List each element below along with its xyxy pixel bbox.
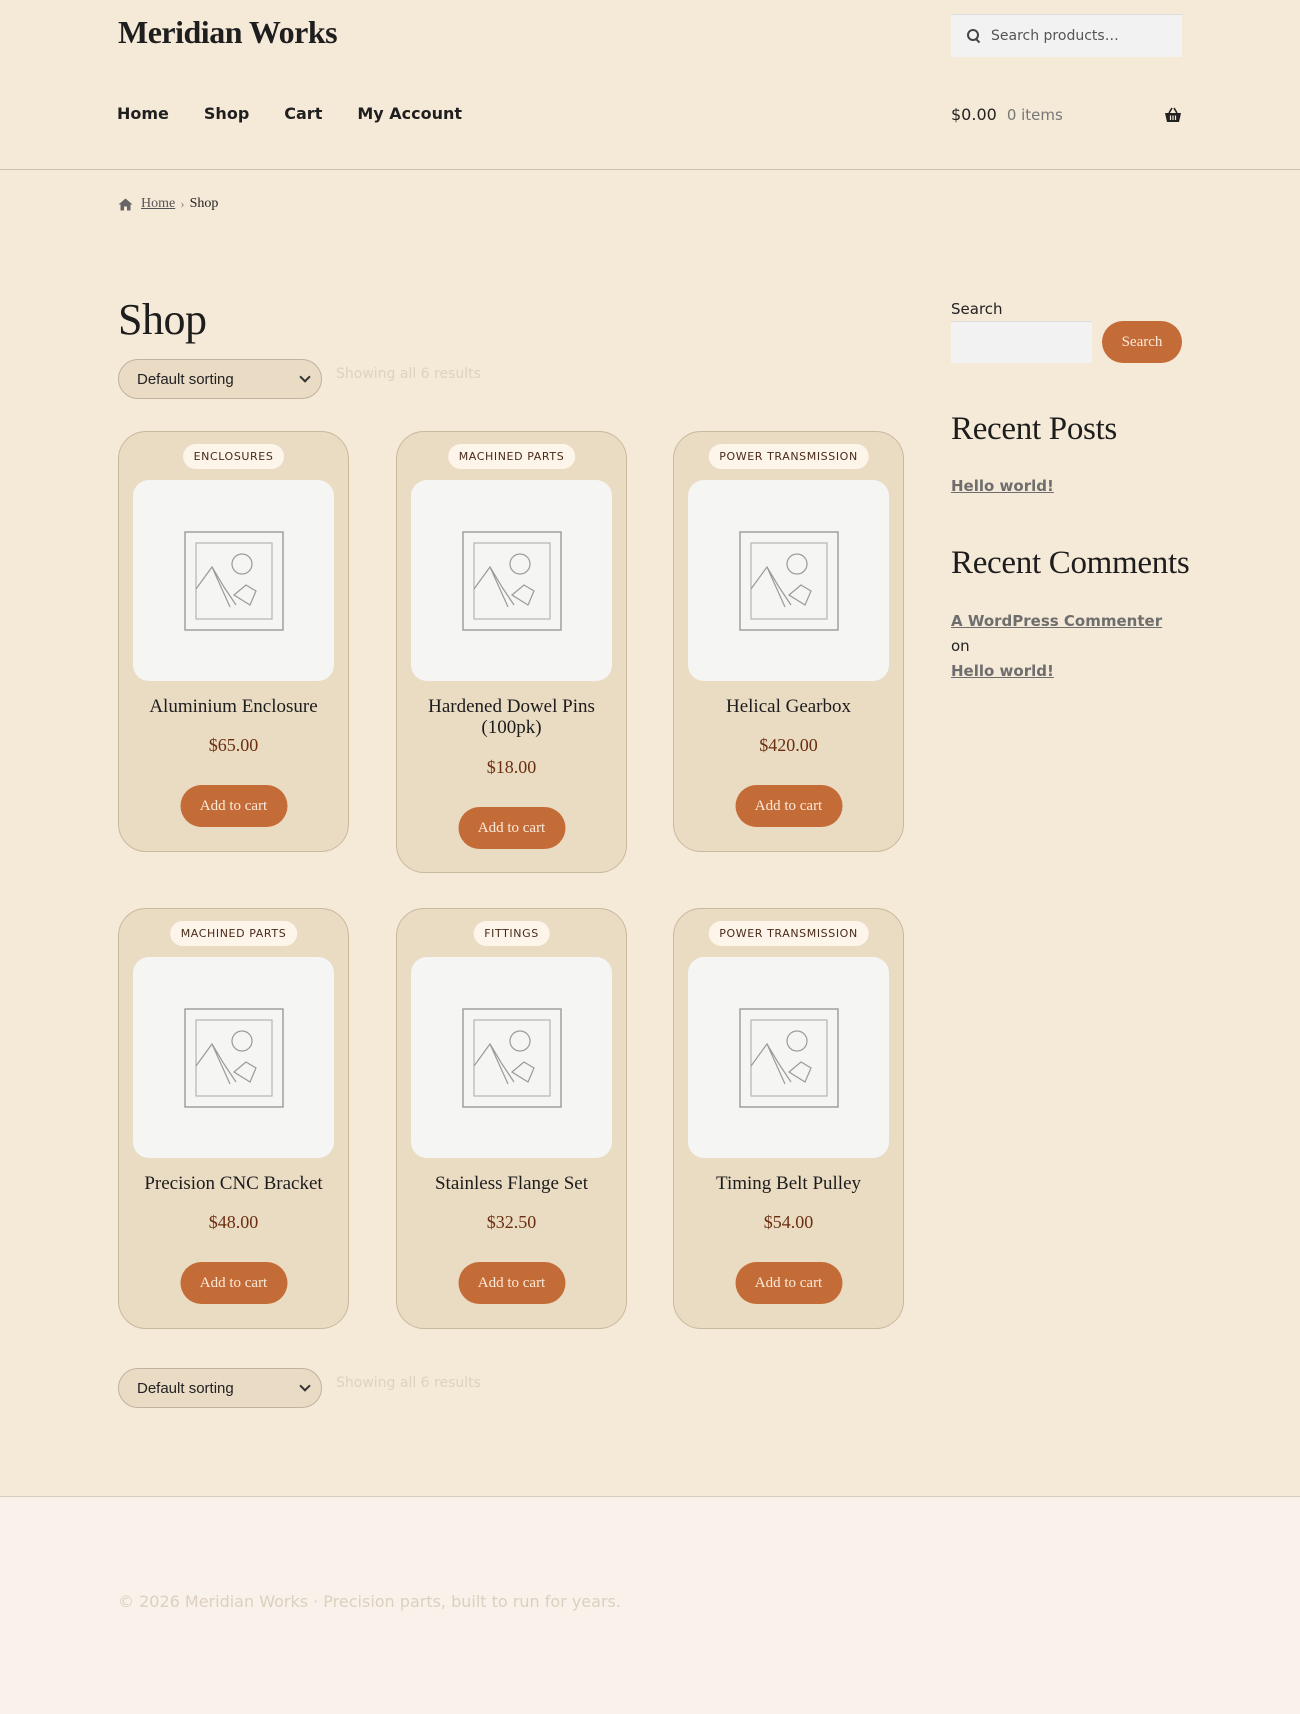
product-card: ENCLOSURES Aluminium Enclosure $65.00 Ad… — [118, 431, 349, 852]
image-placeholder-icon — [461, 1007, 562, 1108]
product-image[interactable] — [411, 480, 612, 681]
sort-row-bottom: Default sorting Showing all 6 results — [118, 1368, 481, 1408]
image-placeholder-icon — [183, 530, 284, 631]
header-search-input[interactable]: Search products… — [951, 14, 1182, 57]
product-card: MACHINED PARTS Hardened Dowel Pins (100p… — [396, 431, 627, 873]
category-badge[interactable]: ENCLOSURES — [182, 444, 285, 469]
comment-author-link[interactable]: A WordPress Commenter — [951, 612, 1162, 630]
header-divider — [0, 169, 1300, 170]
sort-select-value: Default sorting — [137, 1379, 234, 1397]
sidebar-search-label: Search — [951, 300, 1003, 318]
breadcrumb-separator: › — [180, 196, 185, 211]
product-image[interactable] — [133, 957, 334, 1158]
product-image[interactable] — [133, 480, 334, 681]
image-placeholder-icon — [738, 530, 839, 631]
sidebar-search-input[interactable] — [951, 321, 1092, 363]
home-icon — [118, 198, 133, 210]
product-price: $18.00 — [486, 757, 537, 777]
product-image[interactable] — [688, 480, 889, 681]
site-title[interactable]: Meridian Works — [118, 14, 338, 51]
product-image[interactable] — [688, 957, 889, 1158]
product-title[interactable]: Aluminium Enclosure — [127, 696, 340, 717]
cart-item-count: 0 items — [1006, 105, 1063, 124]
mini-cart[interactable]: $0.00 0 items — [951, 105, 1182, 124]
result-count: Showing all 6 results — [336, 366, 481, 382]
breadcrumb-home-link[interactable]: Home — [141, 196, 175, 212]
sort-select-value: Default sorting — [137, 370, 234, 388]
chevron-down-icon — [299, 371, 311, 383]
chevron-down-icon — [299, 1380, 311, 1392]
product-title[interactable]: Hardened Dowel Pins (100pk) — [405, 696, 618, 738]
footer-copyright: © 2026 Meridian Works · Precision parts,… — [118, 1592, 621, 1611]
recent-post-link[interactable]: Hello world! — [951, 477, 1054, 495]
image-placeholder-icon — [461, 530, 562, 631]
cart-amount: $0.00 — [951, 105, 997, 124]
product-card: POWER TRANSMISSION Timing Belt Pulley $5… — [673, 908, 904, 1329]
comment-joiner: on — [951, 637, 970, 655]
page-title: Shop — [118, 295, 207, 344]
add-to-cart-button[interactable]: Add to cart — [180, 1262, 287, 1304]
header-search-placeholder: Search products… — [991, 28, 1119, 44]
sort-select[interactable]: Default sorting — [118, 359, 322, 399]
product-title[interactable]: Stainless Flange Set — [405, 1173, 618, 1194]
site-footer: © 2026 Meridian Works · Precision parts,… — [0, 1496, 1300, 1714]
primary-nav: Home Shop Cart My Account — [117, 104, 462, 123]
image-placeholder-icon — [738, 1007, 839, 1108]
product-card: FITTINGS Stainless Flange Set $32.50 Add… — [396, 908, 627, 1329]
recent-comment-item: A WordPress Commenter on Hello world! — [951, 609, 1182, 684]
add-to-cart-button[interactable]: Add to cart — [458, 807, 565, 849]
add-to-cart-button[interactable]: Add to cart — [735, 1262, 842, 1304]
category-badge[interactable]: MACHINED PARTS — [447, 444, 576, 469]
product-card: POWER TRANSMISSION Helical Gearbox $420.… — [673, 431, 904, 852]
product-title[interactable]: Timing Belt Pulley — [682, 1173, 895, 1194]
product-card: MACHINED PARTS Precision CNC Bracket $48… — [118, 908, 349, 1329]
nav-item-my-account[interactable]: My Account — [357, 104, 462, 123]
sidebar-search-button[interactable]: Search — [1102, 321, 1182, 363]
category-badge[interactable]: POWER TRANSMISSION — [708, 444, 869, 469]
sort-select[interactable]: Default sorting — [118, 1368, 322, 1408]
search-icon — [967, 29, 981, 43]
category-badge[interactable]: MACHINED PARTS — [169, 921, 298, 946]
comment-post-link[interactable]: Hello world! — [951, 662, 1054, 680]
category-badge[interactable]: FITTINGS — [473, 921, 550, 946]
basket-icon — [1165, 107, 1181, 122]
product-price: $48.00 — [208, 1212, 259, 1232]
product-price: $54.00 — [763, 1212, 814, 1232]
nav-item-home[interactable]: Home — [117, 104, 169, 123]
recent-post-item: Hello world! — [951, 476, 1054, 495]
add-to-cart-button[interactable]: Add to cart — [458, 1262, 565, 1304]
sort-row-top: Default sorting Showing all 6 results — [118, 359, 481, 399]
nav-item-shop[interactable]: Shop — [204, 104, 249, 123]
add-to-cart-button[interactable]: Add to cart — [735, 785, 842, 827]
product-price: $32.50 — [486, 1212, 537, 1232]
recent-comments-title: Recent Comments — [951, 545, 1190, 581]
product-image[interactable] — [411, 957, 612, 1158]
breadcrumb-current: Shop — [189, 196, 219, 211]
product-title[interactable]: Helical Gearbox — [682, 696, 895, 717]
nav-item-cart[interactable]: Cart — [284, 104, 322, 123]
product-price: $420.00 — [759, 735, 818, 755]
category-badge[interactable]: POWER TRANSMISSION — [708, 921, 869, 946]
result-count: Showing all 6 results — [336, 1375, 481, 1391]
breadcrumb: Home › Shop — [118, 196, 218, 212]
add-to-cart-button[interactable]: Add to cart — [180, 785, 287, 827]
product-price: $65.00 — [208, 735, 259, 755]
product-title[interactable]: Precision CNC Bracket — [127, 1173, 340, 1194]
image-placeholder-icon — [183, 1007, 284, 1108]
recent-posts-title: Recent Posts — [951, 411, 1117, 447]
